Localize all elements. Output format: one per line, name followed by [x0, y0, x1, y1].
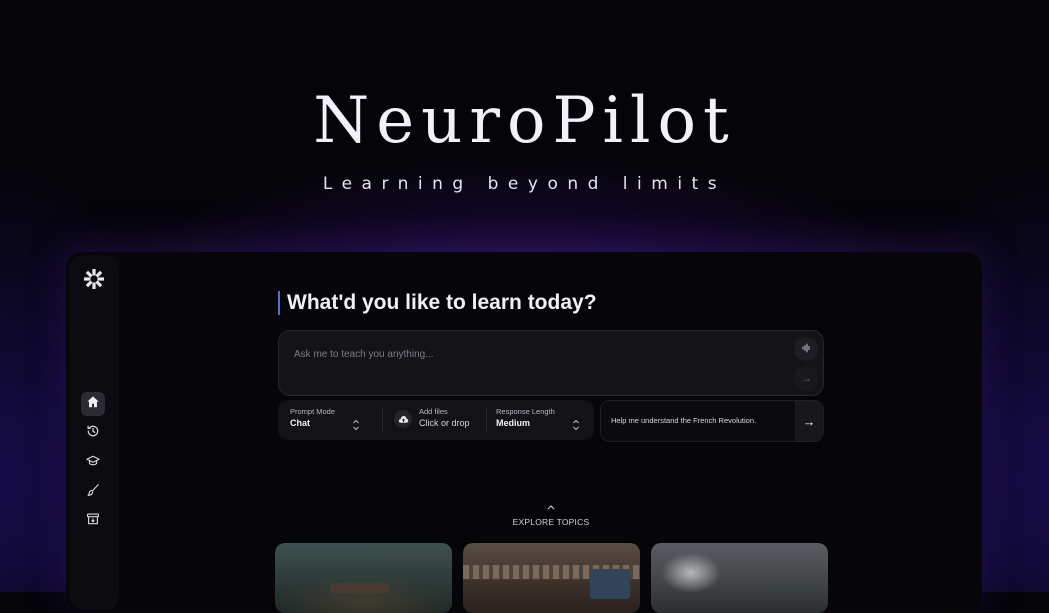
page-title: What'd you like to learn today? [278, 291, 597, 315]
topic-card-2[interactable] [463, 543, 640, 613]
explore-topics-toggle[interactable]: EXPLORE TOPICS [496, 498, 606, 527]
sidebar-item-history[interactable] [81, 421, 105, 445]
response-length-select[interactable]: Response Length Medium [496, 407, 586, 433]
arrow-right-icon: → [802, 413, 816, 429]
sidebar-item-archive[interactable] [81, 509, 105, 533]
arrow-right-icon: → [800, 371, 812, 385]
sidebar-item-home[interactable] [81, 392, 105, 416]
topic-card-1[interactable] [275, 543, 452, 613]
history-icon [86, 424, 100, 443]
prompt-mode-label: Prompt Mode [290, 407, 336, 416]
sidebar-item-create[interactable] [81, 480, 105, 504]
suggestion-text: Help me understand the French Revolution… [611, 416, 757, 425]
add-files-label: Add files [419, 407, 448, 416]
submit-button[interactable]: → [794, 366, 818, 390]
topic-card-image [590, 569, 630, 599]
brand-tagline: Learning beyond limits [322, 174, 727, 194]
explore-topics-label: EXPLORE TOPICS [512, 517, 590, 527]
prompt-input[interactable] [292, 344, 766, 364]
suggestion-card[interactable]: Help me understand the French Revolution… [600, 400, 824, 442]
sidebar [69, 255, 119, 610]
waveform-icon [801, 340, 811, 358]
brand-title: NeuroPilot [313, 84, 736, 158]
asterisk-logo-icon[interactable] [82, 267, 106, 291]
brush-icon [86, 483, 100, 502]
chevron-updown-icon [573, 419, 579, 431]
voice-input-button[interactable] [794, 337, 818, 361]
prompt-box: → [278, 330, 824, 396]
chevron-up-icon [547, 505, 555, 510]
prompt-options-bar: Prompt Mode Chat Add files Click or drop… [278, 400, 594, 440]
chevron-updown-icon [353, 419, 359, 431]
archive-icon [86, 512, 100, 531]
suggestion-send-button[interactable]: → [795, 401, 823, 441]
add-files-dropzone[interactable]: Add files Click or drop [394, 407, 478, 433]
graduation-cap-icon [86, 454, 100, 473]
prompt-mode-select[interactable]: Prompt Mode Chat [290, 407, 368, 433]
response-length-label: Response Length [496, 407, 555, 416]
sidebar-item-courses[interactable] [81, 451, 105, 475]
divider [486, 408, 487, 432]
topic-card-image [661, 553, 721, 593]
app-window: What'd you like to learn today? → Prompt… [66, 252, 982, 613]
add-files-hint: Click or drop [419, 418, 470, 428]
home-icon [86, 395, 100, 414]
topic-card-3[interactable] [651, 543, 828, 613]
divider [382, 408, 383, 432]
topic-card-image [275, 543, 452, 613]
cloud-upload-icon [394, 410, 412, 428]
